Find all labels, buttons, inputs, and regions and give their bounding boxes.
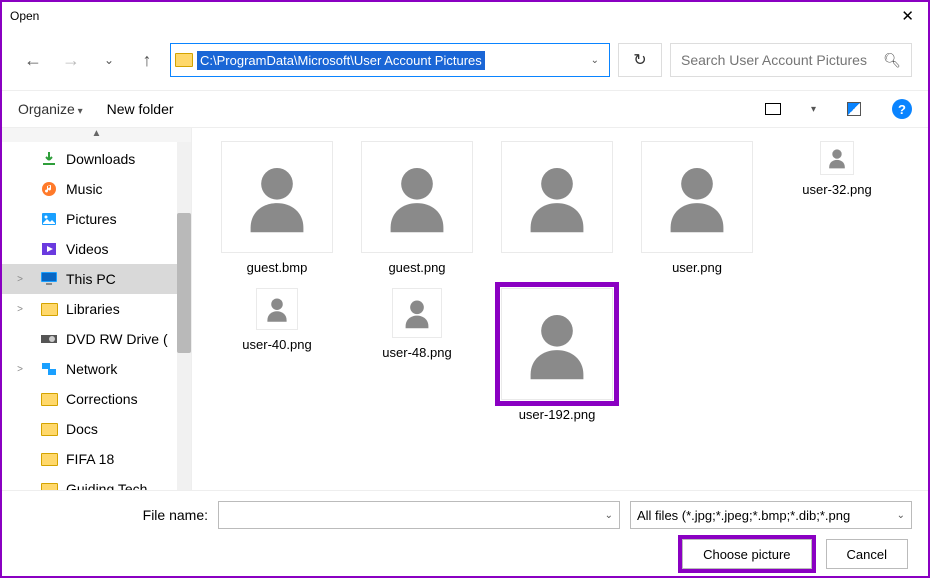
file-thumbnail <box>222 142 332 252</box>
address-path[interactable]: C:\ProgramData\Microsoft\User Account Pi… <box>197 51 485 70</box>
folder-icon <box>40 301 58 317</box>
sidebar-item-fifa-18[interactable]: FIFA 18 <box>2 444 191 474</box>
music-icon <box>40 181 58 197</box>
file-name: user-32.png <box>802 182 871 197</box>
sidebar-item-videos[interactable]: Videos <box>2 234 191 264</box>
sidebar: ▲ Downloads Music Pictures Videos > This PC > L… <box>2 128 192 490</box>
file-item[interactable]: user-32.png <box>772 140 902 275</box>
sidebar-item-guiding-tech[interactable]: Guiding Tech <box>2 474 191 490</box>
refresh-button[interactable]: ↻ <box>618 43 662 77</box>
file-thumbnail <box>393 289 441 337</box>
help-button[interactable]: ? <box>892 99 912 119</box>
nav-row: ← → ⌄ ↑ C:\ProgramData\Microsoft\User Ac… <box>2 30 928 90</box>
file-thumbnail <box>642 142 752 252</box>
footer: File name: ⌄ All files (*.jpg;*.jpeg;*.b… <box>2 490 928 581</box>
sidebar-item-label: Libraries <box>66 301 120 317</box>
window-title: Open <box>10 9 39 23</box>
sidebar-item-libraries[interactable]: > Libraries <box>2 294 191 324</box>
main-area: ▲ Downloads Music Pictures Videos > This PC > L… <box>2 128 928 490</box>
sidebar-item-label: Corrections <box>66 391 138 407</box>
twisty-icon[interactable]: > <box>14 304 26 315</box>
chevron-down-icon[interactable]: ⌄ <box>897 510 905 521</box>
file-thumbnail <box>502 289 612 399</box>
organize-menu[interactable]: Organize <box>18 101 83 117</box>
sidebar-item-corrections[interactable]: Corrections <box>2 384 191 414</box>
sidebar-item-docs[interactable]: Docs <box>2 414 191 444</box>
sidebar-item-downloads[interactable]: Downloads <box>2 144 191 174</box>
sidebar-item-label: FIFA 18 <box>66 451 114 467</box>
sidebar-item-network[interactable]: > Network <box>2 354 191 384</box>
folder-icon <box>175 53 193 67</box>
recent-locations-button[interactable]: ⌄ <box>94 45 124 75</box>
file-name: guest.png <box>388 260 445 275</box>
sidebar-item-pictures[interactable]: Pictures <box>2 204 191 234</box>
forward-button[interactable]: → <box>56 45 86 75</box>
cancel-button[interactable]: Cancel <box>826 539 908 569</box>
chevron-down-icon[interactable]: ▾ <box>811 104 816 115</box>
sidebar-item-label: This PC <box>66 271 116 287</box>
sidebar-item-label: Guiding Tech <box>66 481 147 490</box>
search-icon[interactable]: 🔍︎ <box>883 52 901 69</box>
file-item[interactable]: user-48.png <box>352 287 482 422</box>
disc-icon <box>40 331 58 347</box>
sidebar-item-music[interactable]: Music <box>2 174 191 204</box>
pictures-icon <box>40 211 58 227</box>
address-bar[interactable]: C:\ProgramData\Microsoft\User Account Pi… <box>170 43 610 77</box>
filename-input[interactable]: ⌄ <box>218 501 620 529</box>
sidebar-item-label: Docs <box>66 421 98 437</box>
new-folder-button[interactable]: New folder <box>107 101 174 117</box>
file-item[interactable]: guest.png <box>352 140 482 275</box>
folder-icon <box>40 481 58 490</box>
file-type-filter[interactable]: All files (*.jpg;*.jpeg;*.bmp;*.dib;*.pn… <box>630 501 912 529</box>
preview-pane-button[interactable] <box>840 98 868 120</box>
sidebar-item-label: Pictures <box>66 211 117 227</box>
sidebar-item-label: Music <box>66 181 103 197</box>
filter-text: All files (*.jpg;*.jpeg;*.bmp;*.dib;*.pn… <box>637 508 850 523</box>
folder-icon <box>40 421 58 437</box>
sidebar-item-label: Downloads <box>66 151 135 167</box>
title-bar: Open ✕ <box>2 2 928 30</box>
file-thumbnail <box>362 142 472 252</box>
toolbar: Organize New folder ▾ ? <box>2 90 928 128</box>
up-button[interactable]: ↑ <box>132 45 162 75</box>
file-pane: guest.bmp guest.png user.png user-32.png use… <box>192 128 928 490</box>
file-item[interactable]: user.png <box>632 140 762 275</box>
twisty-icon[interactable]: > <box>14 364 26 375</box>
choose-picture-button[interactable]: Choose picture <box>682 539 811 569</box>
file-name: user.png <box>672 260 722 275</box>
search-box[interactable]: 🔍︎ <box>670 43 912 77</box>
file-item[interactable]: guest.bmp <box>212 140 342 275</box>
twisty-icon[interactable]: > <box>14 274 26 285</box>
file-thumbnail <box>821 142 853 174</box>
file-item[interactable]: user-40.png <box>212 287 342 422</box>
sidebar-item-label: Videos <box>66 241 109 257</box>
file-name: user-40.png <box>242 337 311 352</box>
sidebar-item-label: Network <box>66 361 117 377</box>
address-dropdown-icon[interactable]: ⌄ <box>585 55 605 66</box>
search-input[interactable] <box>681 52 883 68</box>
network-icon <box>40 361 58 377</box>
download-icon <box>40 151 58 167</box>
sidebar-scroll-up[interactable]: ▲ <box>2 128 191 142</box>
file-thumbnail <box>502 142 612 252</box>
folder-icon <box>40 451 58 467</box>
folder-icon <box>40 391 58 407</box>
videos-icon <box>40 241 58 257</box>
sidebar-item-dvd-rw-drive-[interactable]: DVD RW Drive ( <box>2 324 191 354</box>
sidebar-item-label: DVD RW Drive ( <box>66 331 168 347</box>
chevron-down-icon[interactable]: ⌄ <box>605 510 613 521</box>
filename-label: File name: <box>18 507 208 523</box>
sidebar-item-this-pc[interactable]: > This PC <box>2 264 191 294</box>
close-icon[interactable]: ✕ <box>895 5 920 27</box>
sidebar-scrollbar-thumb[interactable] <box>177 213 191 353</box>
file-item[interactable]: user-192.png <box>492 287 622 422</box>
file-name: user-192.png <box>519 407 596 422</box>
pc-icon <box>40 271 58 287</box>
file-name: user-48.png <box>382 345 451 360</box>
file-thumbnail <box>257 289 297 329</box>
view-mode-button[interactable] <box>759 98 787 120</box>
back-button[interactable]: ← <box>18 45 48 75</box>
file-name: guest.bmp <box>247 260 308 275</box>
file-item[interactable] <box>492 140 622 275</box>
